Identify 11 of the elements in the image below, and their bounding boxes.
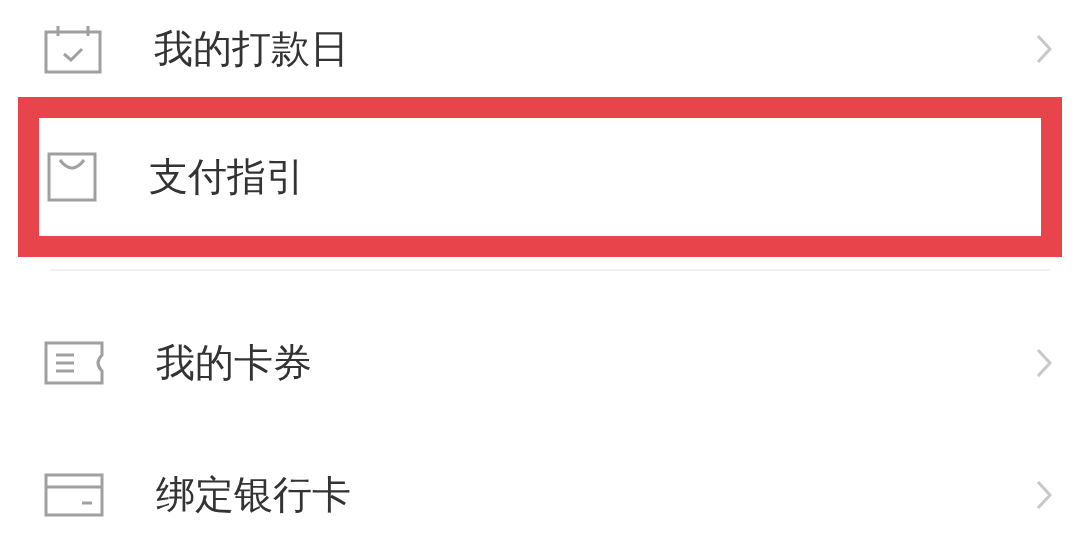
ticket-icon <box>44 341 104 385</box>
bag-icon <box>47 152 97 202</box>
chevron-right-icon <box>1036 33 1052 64</box>
menu-item-label[interactable]: 我的打款日 <box>154 21 1036 76</box>
menu-item-label[interactable]: 绑定银行卡 <box>156 468 1036 522</box>
bank-card-icon <box>44 473 104 517</box>
menu-item-label[interactable]: 支付指引 <box>149 150 1041 204</box>
calendar-check-icon <box>44 23 102 74</box>
chevron-right-icon <box>1036 348 1052 378</box>
menu-item-label[interactable]: 我的卡券 <box>156 336 1036 390</box>
chevron-right-icon <box>1036 480 1052 510</box>
